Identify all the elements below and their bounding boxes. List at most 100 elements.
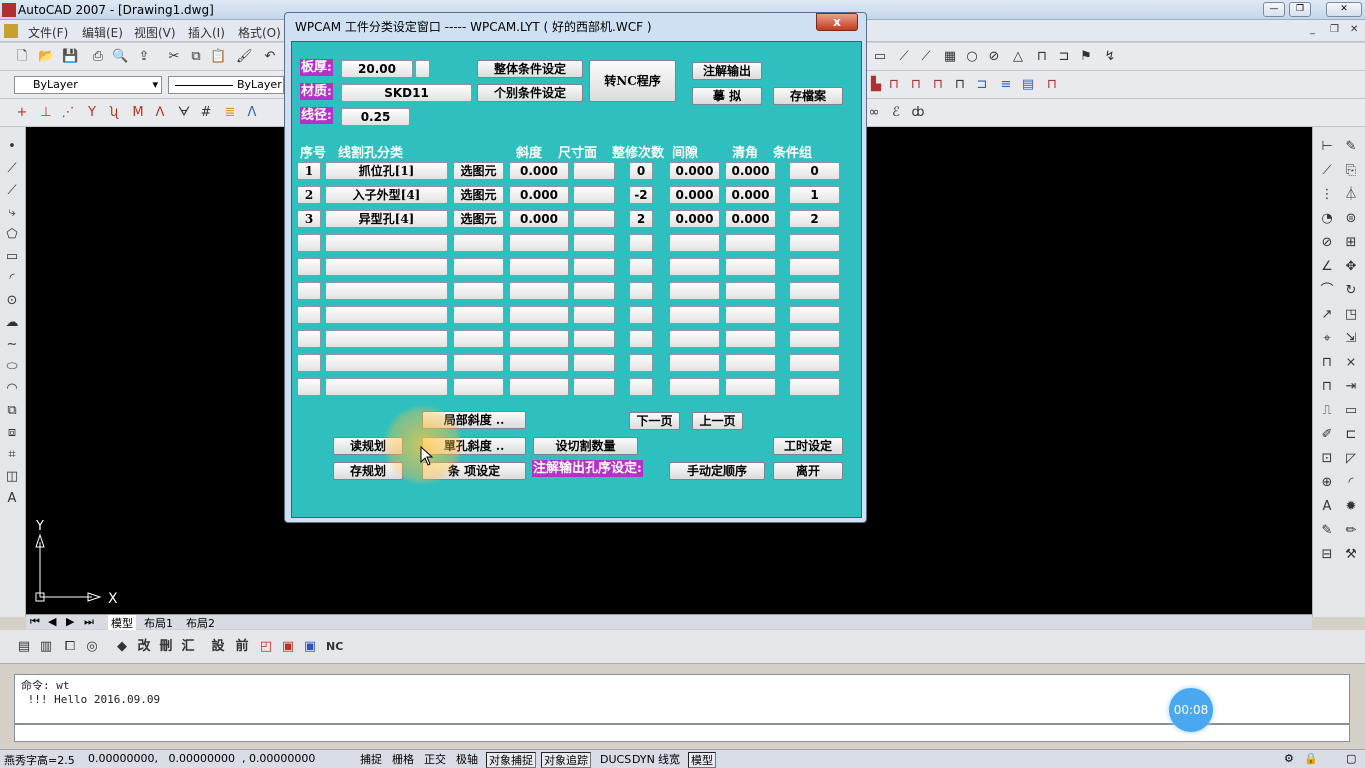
dim-tool-2-icon[interactable]: ⊓ [886,77,902,93]
wave-tool-icon[interactable]: ᐱ [152,105,168,121]
target-icon[interactable]: ◎ [84,639,100,655]
cell-cond[interactable]: 2 [789,210,840,228]
tab-layout2[interactable]: 布局2 [186,615,215,631]
command-input[interactable] [14,724,1350,742]
cloud-icon[interactable]: ☁ [4,315,20,331]
cell-class[interactable] [325,330,448,348]
rotate-icon[interactable]: ↻ [1343,283,1359,299]
circle-icon[interactable]: ⊙ [4,293,20,309]
save-icon[interactable]: 💾 [62,49,78,65]
insert-block-icon[interactable]: ⧉ [4,403,20,419]
open-file-icon[interactable]: 📂 [38,49,54,65]
save-file-button[interactable]: 存檔案 [773,87,843,105]
dim-edit-icon[interactable]: ⎍ [1319,403,1335,419]
cell-gap[interactable] [669,330,720,348]
doc-minimize-button[interactable]: _ [1310,24,1315,35]
dual-tool-icon[interactable]: ʯ [106,105,122,121]
cell-pick-button[interactable] [453,282,504,300]
cell-clear[interactable] [725,330,776,348]
preview-icon[interactable]: 🔍 [112,49,128,65]
lambda-tool-icon[interactable]: Λ [244,105,260,121]
cell-class[interactable] [325,234,448,252]
arc-icon[interactable]: ◜ [4,271,20,287]
cell-gap[interactable] [669,258,720,276]
tab-layout1[interactable]: 布局1 [144,615,173,631]
cell-cond[interactable] [789,330,840,348]
nc-icon[interactable]: NC [326,639,343,655]
polyline-icon[interactable]: ⤷ [4,205,20,221]
dim-tool-5-icon[interactable]: ⊓ [952,77,968,93]
cell-seq[interactable] [297,378,321,396]
dim-ordinate-icon[interactable]: ⋮ [1319,187,1335,203]
polar-toggle[interactable]: 极轴 [454,752,480,768]
paste-icon[interactable]: 📋 [210,49,226,65]
point2-icon[interactable]: ⌗ [4,447,20,463]
cell-pick-button[interactable]: 选图元 [453,210,504,228]
cell-trim[interactable]: 2 [629,210,653,228]
read-plan-button[interactable]: 读规划 [333,437,403,455]
leader-icon[interactable]: ↗ [1319,307,1335,323]
cell-size-face[interactable] [573,258,615,276]
maximize-button[interactable]: ❐ [1289,2,1311,17]
cell-size-face[interactable] [573,378,615,396]
cell-cond[interactable] [789,234,840,252]
tolerance-icon[interactable]: ⌖ [1319,331,1335,347]
menu-file[interactable]: 文件(F) [28,24,68,41]
cell-trim[interactable] [629,330,653,348]
array-icon[interactable]: ⊞ [1343,235,1359,251]
region-icon[interactable]: ◫ [4,469,20,485]
layer-stack-icon[interactable]: ▤ [16,639,32,655]
cell-trim[interactable] [629,234,653,252]
cell-size-face[interactable] [573,162,615,180]
simulate-button[interactable]: 摹 拟 [692,87,762,105]
frame-tool-icon[interactable]: ⊓ [1034,49,1050,65]
cell-clear[interactable]: 0.000 [725,162,776,180]
cell-cond[interactable] [789,378,840,396]
slot-tool-icon[interactable]: ⟋ [918,49,934,65]
cell-class[interactable] [325,354,448,372]
last-tab-icon[interactable]: ⏭ [84,615,94,629]
dim-tool-7-icon[interactable]: ≡ [998,77,1014,93]
fillet-icon[interactable]: ◜ [1343,475,1359,491]
cell-cond[interactable]: 0 [789,162,840,180]
doc-close-button[interactable]: ✕ [1350,24,1358,35]
close-app-button[interactable]: ✕ [1326,2,1362,17]
local-taper-button[interactable]: 局部斜度 .. [422,411,526,429]
bracket-tool-icon[interactable]: ⊐ [1056,49,1072,65]
rect-tool-icon[interactable]: ▭ [872,49,888,65]
cell-taper[interactable] [509,282,569,300]
snap-toggle[interactable]: 捕捉 [358,752,384,768]
to-nc-button[interactable]: 转NC程序 [589,60,676,102]
tray-settings-icon[interactable]: ⚙ [1284,752,1294,765]
cell-gap[interactable]: 0.000 [669,162,720,180]
frame-red-icon[interactable]: ◰ [258,639,274,655]
dim-linear-icon[interactable]: ⊢ [1319,139,1335,155]
cell-clear[interactable]: 0.000 [725,210,776,228]
cell-pick-button[interactable] [453,378,504,396]
cell-pick-button[interactable] [453,354,504,372]
material-field[interactable]: SKD11 [341,84,472,102]
grid-toggle[interactable]: 栅格 [390,752,416,768]
circle-tool-icon[interactable]: ○ [964,49,980,65]
summary-char-icon[interactable]: 汇 [180,639,196,655]
y-tool-icon[interactable]: Y [84,105,100,121]
cell-clear[interactable] [725,282,776,300]
cell-taper[interactable] [509,306,569,324]
cell-taper[interactable]: 0.000 [509,162,569,180]
line-tool-icon[interactable]: ⟋ [896,49,912,65]
spline-icon[interactable]: ∼ [4,337,20,353]
dim-tool-4-icon[interactable]: ⊓ [930,77,946,93]
cell-clear[interactable] [725,306,776,324]
trim-icon[interactable]: ⨯ [1343,355,1359,371]
extend-icon[interactable]: ⇥ [1343,379,1359,395]
continue-icon[interactable]: ⊓ [1319,379,1335,395]
cell-pick-button[interactable] [453,306,504,324]
ortho-toggle[interactable]: 正交 [422,752,448,768]
square-blue-icon[interactable]: ▣ [302,639,318,655]
single-taper-button[interactable]: 單孔斜度 .. [422,437,526,455]
cell-seq[interactable] [297,330,321,348]
cell-trim[interactable] [629,306,653,324]
cut-count-button[interactable]: 设切割数量 [533,437,638,455]
cell-clear[interactable] [725,378,776,396]
cell-pick-button[interactable] [453,258,504,276]
